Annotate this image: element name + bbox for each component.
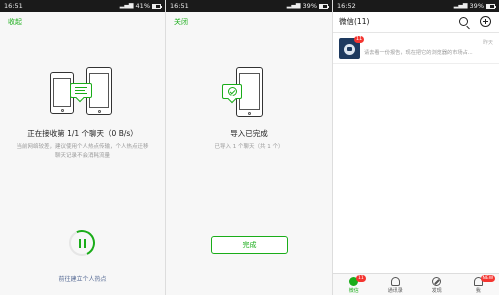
search-icon[interactable] — [459, 17, 468, 26]
battery-percent: 41% — [135, 2, 150, 10]
tab-me[interactable]: NEW 我 — [458, 274, 499, 295]
network-hint-line-2: 聊天记录不会消耗流量 — [54, 153, 110, 159]
compass-icon — [432, 277, 442, 286]
battery-icon — [319, 3, 329, 9]
import-title: 导入已完成 — [230, 129, 268, 138]
tab-chats[interactable]: 11 微信 — [333, 274, 375, 295]
battery-icon — [486, 3, 496, 9]
wechat-chats-panel: 16:52 ▂▄▆ 39% 微信(11) 11 昨天 请去看一份报告，现在把它的… — [333, 0, 499, 295]
tab-label: 微信 — [348, 288, 359, 294]
status-bar: 16:51 ▂▄▆ 39% — [166, 0, 332, 12]
tab-discover[interactable]: 发现 — [416, 274, 458, 295]
tab-contacts[interactable]: 通讯录 — [375, 274, 417, 295]
network-hint-line-1: 当前网络较差，建议使用个人热点传输，个人热点迁移 — [16, 144, 149, 150]
chat-list-item[interactable]: 11 昨天 请去看一份报告，现在把它的浏览器的市场占... — [333, 34, 499, 64]
signal-icon: ▂▄▆ — [286, 2, 301, 9]
status-bar: 16:51 ▂▄▆ 41% — [0, 0, 165, 12]
tab-badge: NEW — [480, 275, 496, 282]
status-time: 16:51 — [4, 2, 23, 10]
unread-badge: 11 — [354, 36, 364, 43]
hotspot-link[interactable]: 前往建立个人热点 — [0, 274, 165, 283]
tab-label: 通讯录 — [387, 288, 403, 294]
pause-button[interactable] — [65, 226, 99, 260]
status-bar: 16:52 ▂▄▆ 39% — [333, 0, 499, 12]
pause-icon — [79, 239, 87, 248]
chat-time: 昨天 — [482, 40, 493, 46]
add-icon[interactable] — [480, 16, 491, 27]
chat-bubble-icon — [70, 83, 92, 103]
signal-icon: ▂▄▆ — [119, 2, 134, 9]
receiving-title: 正在接收第 1/1 个聊天（0 B/s） — [27, 129, 138, 138]
contacts-icon — [390, 277, 400, 286]
header-title: 微信(11) — [339, 17, 370, 26]
chat-preview: 请去看一份报告，现在把它的浏览器的市场占... — [364, 50, 473, 56]
bottom-tab-bar: 11 微信 通讯录 发现 NEW 我 — [333, 273, 499, 295]
app-header: 微信(11) — [333, 12, 499, 33]
status-time: 16:51 — [170, 2, 189, 10]
import-summary: 已导入 1 个聊天（共 1 个） — [214, 144, 284, 150]
status-time: 16:52 — [337, 2, 356, 10]
tab-badge: 11 — [356, 275, 366, 282]
done-button[interactable]: 完成 — [211, 236, 288, 254]
battery-percent: 39% — [302, 2, 317, 10]
battery-percent: 39% — [469, 2, 484, 10]
receiving-panel: 16:51 ▂▄▆ 41% 收起 正在接收第 1/1 个聊天（0 B/s） 当前… — [0, 0, 165, 295]
collapse-link[interactable]: 收起 — [8, 17, 22, 27]
tab-label: 发现 — [431, 288, 442, 294]
tab-label: 我 — [475, 288, 481, 294]
battery-icon — [152, 3, 162, 9]
import-complete-panel: 16:51 ▂▄▆ 39% 关闭 导入已完成 已导入 1 个聊天（共 1 个） … — [166, 0, 332, 295]
close-link[interactable]: 关闭 — [174, 17, 188, 27]
check-bubble-icon — [222, 84, 242, 104]
signal-icon: ▂▄▆ — [453, 2, 468, 9]
